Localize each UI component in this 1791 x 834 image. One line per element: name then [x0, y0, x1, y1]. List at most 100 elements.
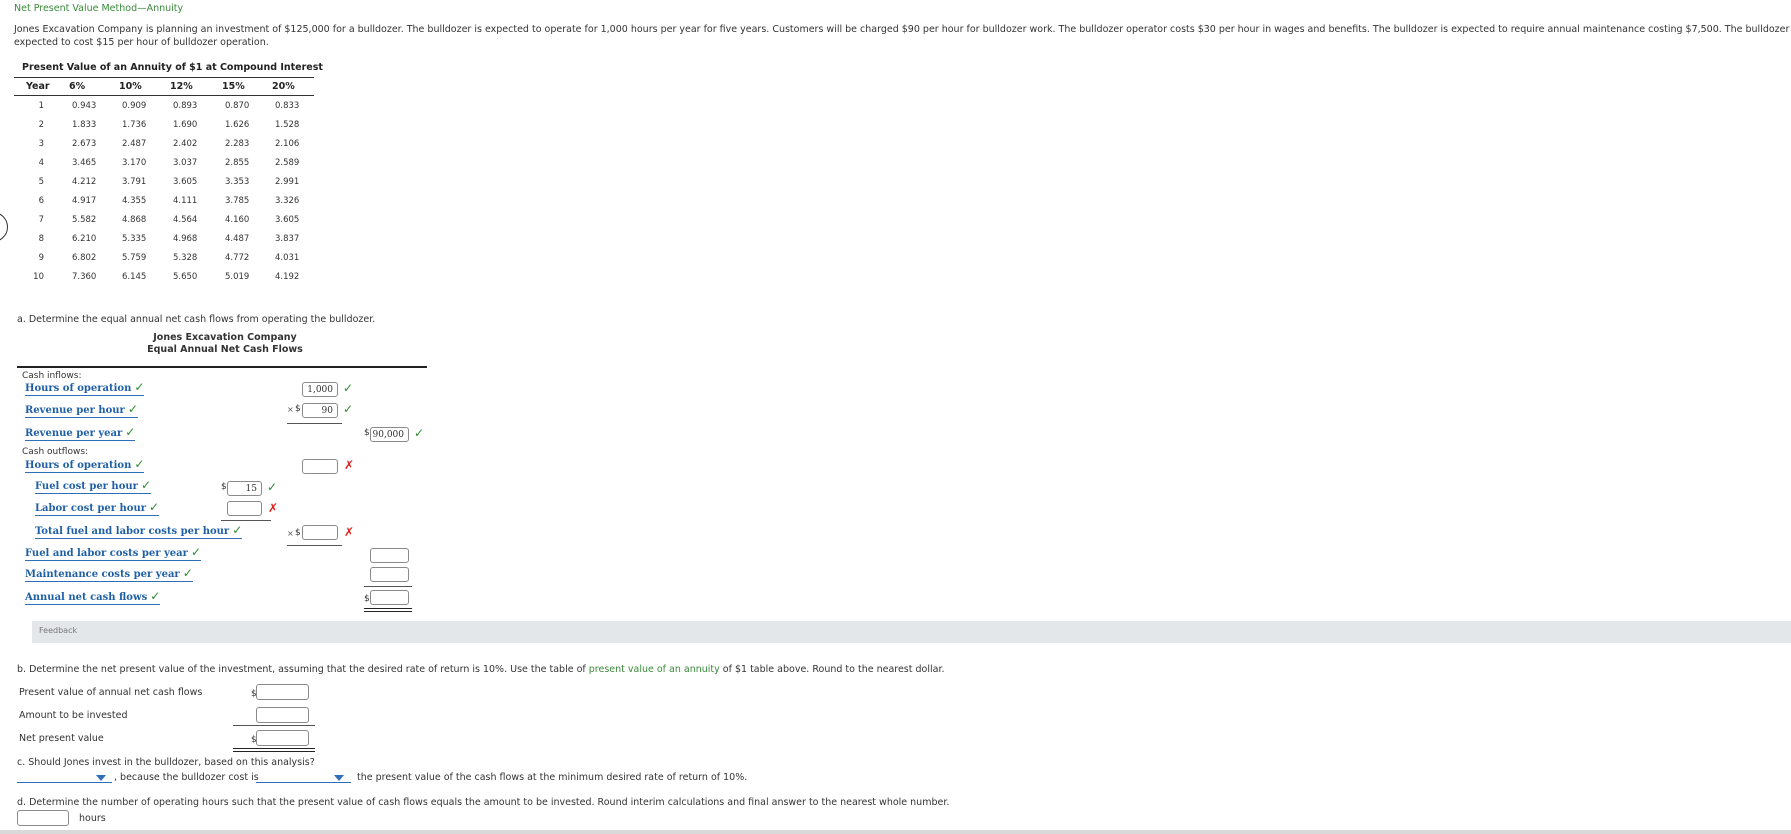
amount-invested-input[interactable] [256, 707, 309, 723]
pv-table-row: 7 5.582 4.868 4.564 4.160 3.605 [14, 210, 314, 229]
pv-table-cell: 2.855 [225, 158, 250, 168]
check-icon: ✓ [140, 478, 152, 492]
cross-icon: ✗ [344, 525, 355, 539]
fuel-labor-year-dropdown[interactable]: Fuel and labor costs per year ✓ [25, 545, 201, 561]
pv-table-cell: 4.968 [173, 234, 198, 244]
pv-table-cell: 3.353 [225, 177, 250, 187]
npv-input[interactable] [256, 730, 309, 746]
feedback-bar[interactable]: Feedback [32, 621, 1791, 643]
fuel-labor-year-input[interactable] [370, 548, 409, 563]
revenue-per-hour-input[interactable]: 90 [302, 403, 338, 418]
pv-table-cell: 1.833 [72, 120, 97, 130]
pv-table-row: 9 6.802 5.759 5.328 4.772 4.031 [14, 248, 314, 267]
pv-table-cell: 1.690 [173, 120, 198, 130]
check-icon: ✓ [134, 380, 145, 394]
hours-of-operation-dropdown[interactable]: Hours of operation ✓ [25, 380, 145, 396]
pv-table-cell: 4.212 [72, 177, 97, 187]
pv-table-cell: 7 [38, 215, 44, 225]
pv-cash-flows-input[interactable] [256, 684, 309, 700]
subtotal-rule [221, 520, 271, 521]
revenue-per-year-input[interactable]: 90,000 [370, 427, 409, 442]
subtotal-rule [287, 545, 342, 546]
annual-net-cash-flows-label: Annual net cash flows [25, 592, 148, 603]
check-icon: ✓ [149, 500, 160, 514]
double-rule-top [233, 748, 315, 749]
hours-of-operation-outflow-dropdown[interactable]: Hours of operation ✓ [25, 457, 145, 473]
times-sign: × [287, 405, 294, 414]
pv-table-cell: 4.111 [173, 196, 198, 206]
pv-table-cell: 3 [38, 139, 44, 149]
intro-text-line1: Jones Excavation Company is planning an … [14, 24, 1791, 35]
cross-icon: ✗ [268, 501, 279, 515]
pv-cash-flows-label: Present value of annual net cash flows [19, 687, 203, 698]
check-icon: ✓ [127, 402, 138, 416]
revenue-per-hour-dropdown[interactable]: Revenue per hour ✓ [25, 402, 138, 418]
pv-table-row: 3 2.673 2.487 2.402 2.283 2.106 [14, 134, 314, 153]
dollar-sign: $ [221, 482, 227, 492]
pv-table-cell: 1.736 [122, 120, 147, 130]
pv-table-cell: 4.917 [72, 196, 97, 206]
pv-table-cell: 2.589 [275, 158, 300, 168]
pv-table-cell: 2.673 [72, 139, 97, 149]
pv-table-cell: 3.785 [225, 196, 250, 206]
feedback-label: Feedback [39, 626, 78, 635]
annual-net-cash-flows-input[interactable] [370, 590, 409, 605]
pv-table-cell: 3.837 [275, 234, 300, 244]
pv-table-cell: 0.870 [225, 101, 250, 111]
amount-invested-label: Amount to be invested [19, 710, 128, 721]
part-c-mid-text: , because the bulldozer cost is [114, 772, 259, 783]
dollar-sign: $ [364, 428, 370, 438]
labor-cost-dropdown[interactable]: Labor cost per hour ✓ [35, 500, 160, 516]
pv-table-cell: 3.605 [173, 177, 198, 187]
pv-table-header-cell: 20% [272, 81, 295, 92]
total-per-hour-input[interactable] [302, 525, 338, 540]
pv-table-row: 4 3.465 3.170 3.037 2.855 2.589 [14, 153, 314, 172]
pv-annuity-link[interactable]: present value of an annuity [589, 664, 720, 675]
cross-icon: ✗ [344, 458, 355, 472]
pv-table-cell: 0.909 [122, 101, 147, 111]
maintenance-input[interactable] [370, 567, 409, 582]
pv-table-header-cell: 12% [170, 81, 193, 92]
pv-table-cell: 0.943 [72, 101, 97, 111]
subtotal-rule [364, 586, 412, 587]
operating-hours-input[interactable] [17, 810, 69, 826]
fuel-cost-input[interactable]: 15 [227, 481, 262, 496]
pv-table-cell: 4.564 [173, 215, 198, 225]
hours-outflow-input[interactable] [302, 459, 338, 474]
pv-table-cell: 3.791 [122, 177, 147, 187]
subtotal-rule [287, 423, 342, 424]
pv-table-cell: 5.335 [122, 234, 147, 244]
pv-table-cell: 4.355 [122, 196, 147, 206]
pv-table-cell: 5.019 [225, 272, 250, 282]
chevron-down-icon [96, 775, 106, 781]
pv-table-header-cell: 6% [69, 81, 86, 92]
pv-table-cell: 0.893 [173, 101, 198, 111]
maintenance-dropdown[interactable]: Maintenance costs per year ✓ [25, 566, 193, 582]
pv-table-cell: 10 [33, 272, 44, 282]
horizontal-scrollbar[interactable] [0, 830, 1791, 834]
check-icon: ✓ [267, 480, 278, 494]
total-fuel-labor-dropdown[interactable]: Total fuel and labor costs per hour ✓ [35, 523, 243, 539]
subtotal-rule [233, 725, 315, 726]
pv-table-cell: 1.626 [225, 120, 250, 130]
revenue-per-hour-label: Revenue per hour [25, 405, 125, 416]
pv-table-cell: 3.037 [173, 158, 198, 168]
pv-table-cell: 7.360 [72, 272, 97, 282]
labor-cost-input[interactable] [227, 501, 262, 516]
hours-input[interactable]: 1,000 [302, 382, 338, 397]
part-a-subtitle: Equal Annual Net Cash Flows [147, 344, 303, 355]
part-c-prompt: c. Should Jones invest in the bulldozer,… [17, 757, 315, 768]
double-rule-top [364, 608, 412, 609]
fuel-cost-dropdown[interactable]: Fuel cost per hour ✓ [35, 478, 152, 494]
total-fuel-labor-label: Total fuel and labor costs per hour [35, 526, 230, 537]
hours-of-operation-label: Hours of operation [25, 383, 132, 394]
fuel-labor-year-label: Fuel and labor costs per year [25, 548, 188, 559]
pv-table-cell: 4.192 [275, 272, 300, 282]
dollar-sign: $ [295, 404, 301, 414]
revenue-per-year-dropdown[interactable]: Revenue per year ✓ [25, 425, 136, 441]
part-a-company: Jones Excavation Company [153, 332, 297, 343]
pv-table-cell: 2.106 [275, 139, 300, 149]
annual-net-cash-flows-dropdown[interactable]: Annual net cash flows ✓ [25, 589, 161, 605]
part-b-prompt: b. Determine the net present value of th… [17, 664, 945, 675]
pv-table-title: Present Value of an Annuity of $1 at Com… [22, 62, 323, 73]
